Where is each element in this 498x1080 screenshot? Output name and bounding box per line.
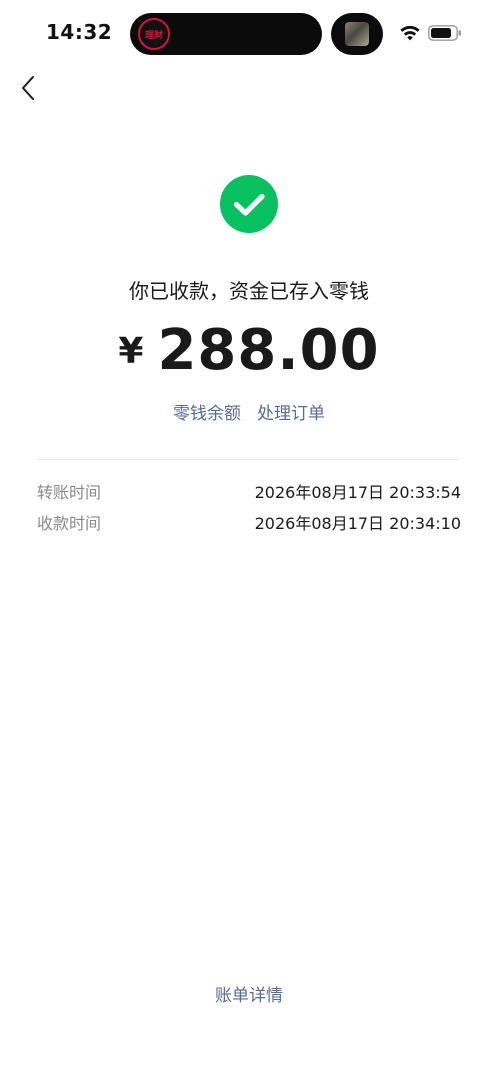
action-links: 零钱余额 处理订单: [0, 399, 498, 424]
island-media-pill[interactable]: [331, 13, 383, 55]
transfer-time-label: 转账时间: [37, 483, 102, 502]
currency-symbol: ¥: [118, 331, 144, 372]
receive-time-row: 收款时间 2026年08月17日 20:34:10: [37, 510, 461, 534]
island-thumbnail: [345, 22, 369, 46]
wifi-icon: [400, 25, 420, 41]
balance-link[interactable]: 零钱余额: [173, 399, 241, 424]
success-check-icon: [220, 175, 278, 233]
bill-detail-link[interactable]: 账单详情: [215, 986, 283, 1006]
process-order-link[interactable]: 处理订单: [257, 399, 325, 424]
success-message: 你已收款，资金已存入零钱: [129, 279, 369, 303]
dynamic-island[interactable]: 理财: [130, 13, 322, 55]
chevron-left-icon: [22, 76, 34, 100]
bill-detail-area: 账单详情: [0, 981, 498, 1006]
divider: [37, 459, 461, 460]
island-app-icon: 理财: [138, 18, 170, 50]
battery-icon: [428, 25, 461, 41]
receive-time-label: 收款时间: [37, 514, 102, 533]
transfer-time-row: 转账时间 2026年08月17日 20:33:54: [37, 479, 461, 503]
transfer-time-value: 2026年08月17日 20:33:54: [254, 483, 461, 502]
status-bar: 14:32 理财: [0, 0, 498, 66]
receive-time-value: 2026年08月17日 20:34:10: [254, 514, 461, 533]
amount-value: 288.00: [157, 318, 380, 383]
amount-display: ¥288.00: [0, 318, 498, 383]
status-time: 14:32: [46, 20, 113, 44]
back-button[interactable]: [10, 70, 46, 106]
